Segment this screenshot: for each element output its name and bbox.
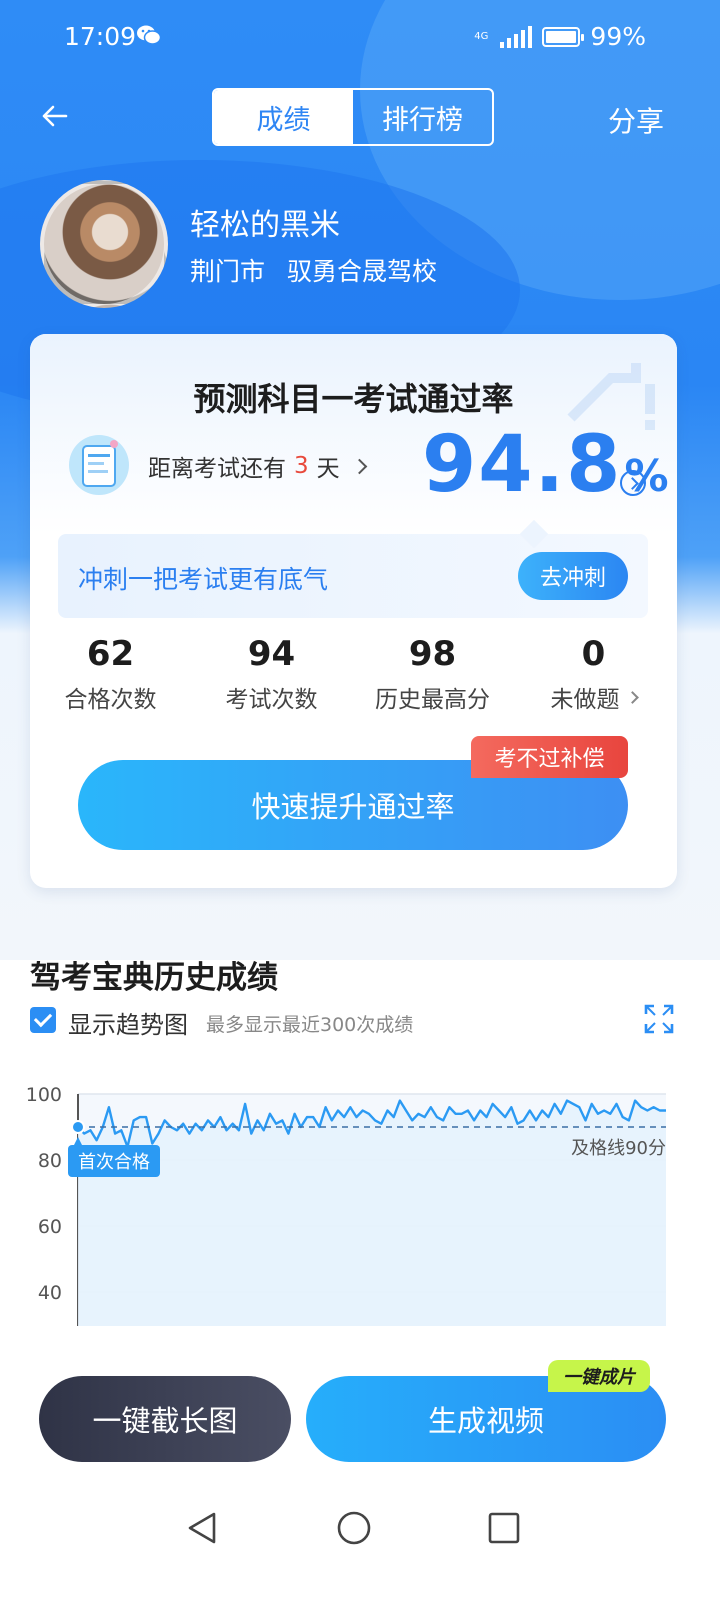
exam-paper-icon: [69, 435, 129, 495]
compensation-badge: 考不过补偿: [471, 736, 628, 778]
chevron-circle-icon[interactable]: [620, 470, 646, 496]
wechat-icon: [137, 25, 162, 45]
stat-best: 98 历史最高分: [352, 634, 513, 714]
status-bar: 17:09 4G 99%: [0, 0, 720, 76]
back-arrow-icon[interactable]: [36, 96, 76, 136]
user-location: 荆门市 驭勇合晟驾校: [190, 252, 437, 288]
battery-level: 99%: [590, 22, 646, 51]
signal-icon: [500, 25, 533, 48]
status-time: 17:09: [64, 22, 137, 51]
stat-label: 考试次数: [225, 687, 318, 713]
nav-back-icon[interactable]: [182, 1508, 222, 1548]
battery-icon: [542, 26, 585, 47]
user-city: 荆门市: [190, 257, 266, 286]
sprint-button[interactable]: 去冲刺: [518, 552, 628, 600]
user-school: 驭勇合晟驾校: [287, 257, 438, 286]
pass-rate-card: 预测科目一考试通过率 距离考试还有 3 天 94.8 % 冲刺一把考试更有底气 …: [30, 334, 677, 888]
stats-row: 62 合格次数 94 考试次数 98 历史最高分 0 未做题: [30, 634, 677, 714]
y-tick-label: 80: [38, 1150, 62, 1172]
stat-passed: 62 合格次数: [30, 634, 191, 714]
first-pass-point: [71, 1120, 85, 1134]
pass-rate[interactable]: 94.8 %: [422, 420, 669, 510]
avatar[interactable]: [40, 180, 168, 308]
stat-label: 历史最高分: [375, 687, 490, 713]
y-tick-label: 100: [26, 1084, 62, 1106]
card-title: 预测科目一考试通过率: [193, 380, 514, 418]
trend-label[interactable]: 显示趋势图: [68, 1005, 188, 1040]
stat-label: 合格次数: [64, 687, 157, 713]
series-area: [78, 1100, 666, 1326]
share-button[interactable]: 分享: [608, 100, 664, 140]
stat-value: 62: [86, 634, 135, 674]
chevron-right-icon: [625, 690, 639, 704]
stat-undone[interactable]: 0 未做题: [513, 634, 674, 714]
first-pass-label: 首次合格: [78, 1152, 150, 1173]
long-screenshot-button[interactable]: 一键截长图: [39, 1376, 291, 1462]
stat-exams: 94 考试次数: [191, 634, 352, 714]
countdown-suffix: 天: [316, 456, 340, 482]
countdown-prefix: 距离考试还有: [148, 456, 286, 482]
chevron-right-icon: [351, 458, 367, 474]
stat-label: 未做题: [513, 680, 674, 714]
countdown-days: 3: [294, 453, 309, 479]
stat-value: 94: [247, 634, 296, 674]
nav-recents-icon[interactable]: [484, 1508, 524, 1548]
exam-countdown[interactable]: 距离考试还有 3 天: [148, 449, 367, 483]
pass-rate-value: 94.8: [422, 420, 623, 510]
user-name: 轻松的黑米: [190, 208, 340, 243]
score-trend-chart: 100 80 60 40 及格线90分首次合格: [26, 1084, 666, 1326]
system-nav-bar: [0, 1490, 720, 1570]
history-title: 驾考宝典历史成绩: [30, 960, 278, 996]
stat-value: 0: [581, 634, 606, 674]
tab-leaderboard[interactable]: 排行榜: [353, 90, 492, 144]
tab-score[interactable]: 成绩: [214, 90, 353, 144]
sprint-banner: 冲刺一把考试更有底气 去冲刺: [58, 534, 648, 618]
stat-value: 98: [408, 634, 457, 674]
trend-checkbox[interactable]: [30, 1007, 56, 1033]
sprint-text: 冲刺一把考试更有底气: [78, 565, 329, 594]
pass-line-label: 及格线90分: [571, 1138, 666, 1159]
y-tick-label: 60: [38, 1216, 62, 1238]
y-tick-label: 40: [38, 1282, 62, 1304]
trend-note: 最多显示最近300次成绩: [206, 1014, 414, 1036]
tab-switcher: 成绩 排行榜: [212, 88, 494, 146]
network-type: 4G: [474, 30, 489, 42]
one-click-badge: 一键成片: [548, 1360, 650, 1392]
fullscreen-icon[interactable]: [644, 1004, 674, 1034]
nav-home-icon[interactable]: [334, 1508, 374, 1548]
